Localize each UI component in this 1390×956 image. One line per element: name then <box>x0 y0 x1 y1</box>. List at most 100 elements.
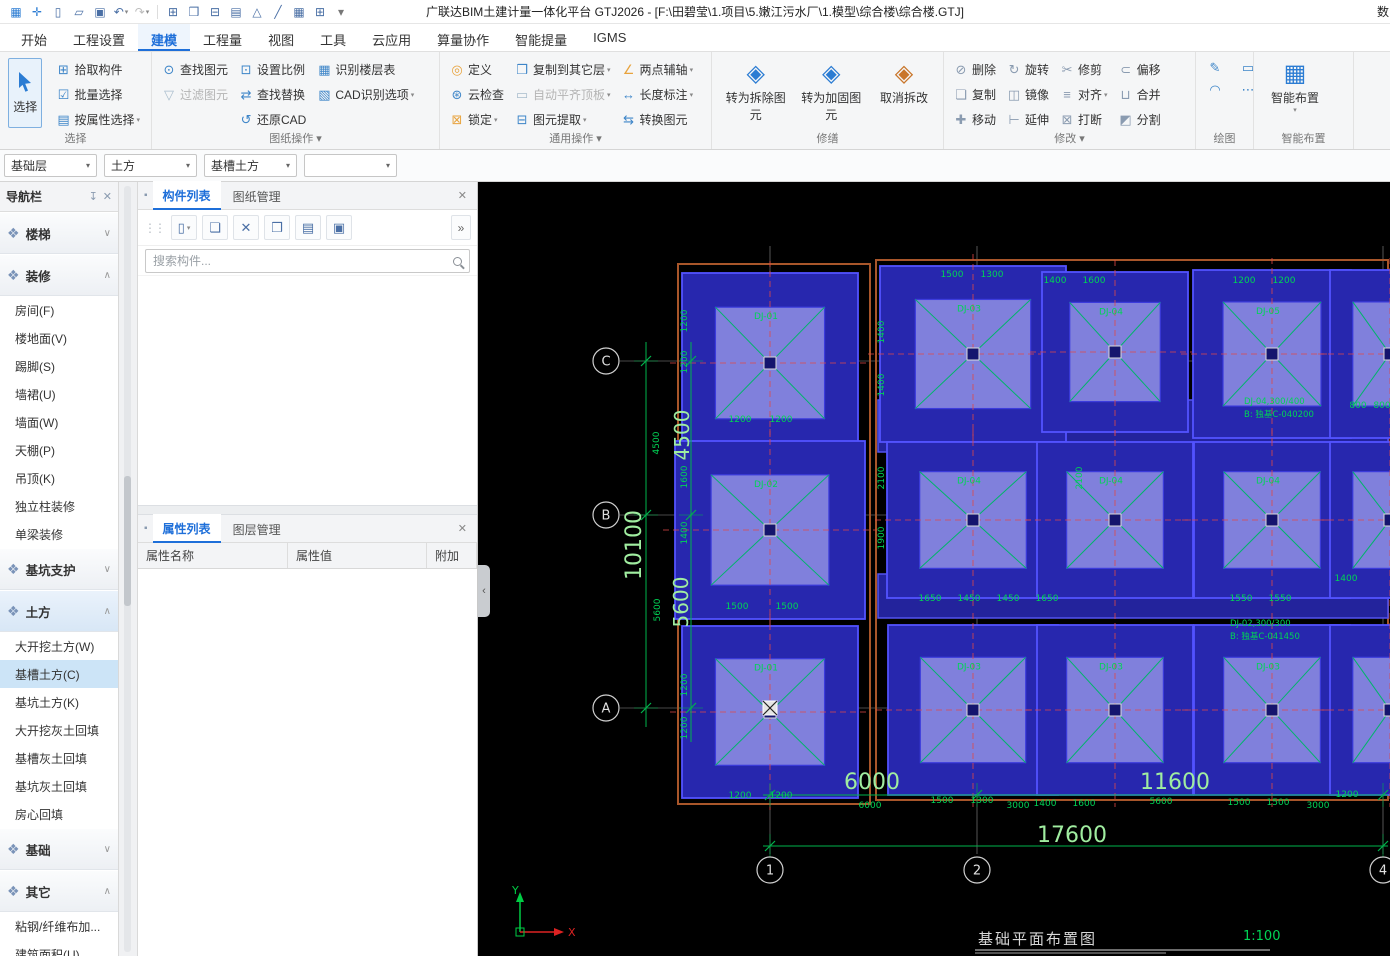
ribbon-item-identify-floor-table[interactable]: ▦ 识别楼层表 <box>313 57 417 82</box>
menu-tab-quantity-collaboration[interactable]: 算量协作 <box>424 24 502 51</box>
menu-tab-quantity[interactable]: 工程量 <box>190 24 255 51</box>
more-tools-icon[interactable]: ▾ <box>331 3 351 21</box>
ribbon-button-smart-layout[interactable]: ▦ 智能布置 ▾ <box>1260 57 1330 116</box>
component-save-button[interactable]: ▣ <box>326 215 352 240</box>
ribbon-item-define[interactable]: ◎ 定义 <box>446 57 507 82</box>
element-name-selector[interactable]: ▾ <box>304 154 397 177</box>
ribbon-item-find-element[interactable]: ⊙ 查找图元 <box>158 57 231 82</box>
menu-tab-start[interactable]: 开始 <box>8 24 60 51</box>
ribbon-button-to-demolition-element[interactable]: ◈ 转为拆除图元 <box>718 57 794 125</box>
nav-item-room[interactable]: 房间(F) <box>0 296 118 324</box>
ribbon-item-align[interactable]: ≡ 对齐 ▾ <box>1056 82 1111 107</box>
ribbon-item-break[interactable]: ⊠ 打断 <box>1056 107 1111 132</box>
ribbon-item-delete[interactable]: ⊘ 删除 <box>950 57 999 82</box>
ribbon-item-mirror[interactable]: ◫ 镜像 <box>1003 82 1052 107</box>
ribbon-item-batch-select[interactable]: ☑ 批量选择 <box>52 82 143 107</box>
ribbon-item-length-annotation[interactable]: ↔ 长度标注 ▾ <box>618 82 697 107</box>
close-icon[interactable]: ✕ <box>103 190 112 203</box>
nav-item-wall-finish[interactable]: 墙面(W) <box>0 408 118 436</box>
nav-section-others[interactable]: ❖ 其它 ∧ <box>0 870 118 912</box>
select-tool-button[interactable]: 选择 <box>8 58 43 128</box>
sheet-icon[interactable]: ▦ <box>289 3 309 21</box>
ribbon-item-draw-rect[interactable]: ▭ <box>1235 57 1253 79</box>
menu-tab-tools[interactable]: 工具 <box>307 24 359 51</box>
ribbon-item-rotate[interactable]: ↻ 旋转 <box>1003 57 1052 82</box>
component-list-area[interactable] <box>138 276 477 505</box>
new-project-icon[interactable]: ▯ <box>48 3 68 21</box>
property-panel-tab-property-list[interactable]: 属性列表 <box>152 514 221 543</box>
menu-tab-igms[interactable]: IGMS <box>580 24 639 51</box>
view-table-icon[interactable]: ▤ <box>226 3 246 21</box>
add-sheet-icon[interactable]: ⊞ <box>310 3 330 21</box>
tool-flower-icon[interactable]: ✛ <box>27 3 47 21</box>
copy-paste-icon[interactable]: ❒ <box>184 3 204 21</box>
ribbon-item-offset[interactable]: ⊂ 偏移 <box>1115 57 1164 82</box>
delete-component-button[interactable]: ✕ <box>233 215 259 240</box>
app-menu-icon[interactable]: ▦ <box>6 3 26 21</box>
nav-section-stairs[interactable]: ❖ 楼梯 ∨ <box>0 212 118 254</box>
ribbon-item-set-scale[interactable]: ⊡ 设置比例 <box>235 57 309 82</box>
menu-tab-project-settings[interactable]: 工程设置 <box>60 24 138 51</box>
nav-item-open-excavation-backfill[interactable]: 大开挖灰土回填 <box>0 716 118 744</box>
ribbon-item-lock[interactable]: ⊠ 锁定 ▾ <box>446 107 507 132</box>
nav-item-single-beam-finish[interactable]: 单梁装修 <box>0 520 118 548</box>
component-panel-tab-drawing-management[interactable]: 图纸管理 <box>223 182 291 209</box>
component-type-selector[interactable]: 基槽土方 ▾ <box>204 154 297 177</box>
ribbon-item-trim[interactable]: ✂ 修剪 <box>1056 57 1111 82</box>
copy-to-other-floor-button[interactable]: ❒ <box>264 215 290 240</box>
undo-icon[interactable]: ↶ ▾ <box>111 3 131 21</box>
property-table-body[interactable] <box>138 569 477 956</box>
ribbon-item-draw-point[interactable]: ⋯ <box>1235 79 1254 101</box>
new-component-button[interactable]: ▯ ▾ <box>171 215 197 240</box>
nav-item-pit-backfill[interactable]: 基坑灰土回填 <box>0 772 118 800</box>
component-panel-tab-component-list[interactable]: 构件列表 <box>152 181 221 210</box>
ribbon-button-to-reinforce-element[interactable]: ◈ 转为加固图元 <box>794 57 870 125</box>
nav-item-dado[interactable]: 墙裙(U) <box>0 380 118 408</box>
property-panel-close-icon[interactable]: ✕ <box>454 520 471 537</box>
nav-item-skirting[interactable]: 踢脚(S) <box>0 352 118 380</box>
measure-icon[interactable]: ╱ <box>268 3 288 21</box>
ribbon-item-cloud-check[interactable]: ⊛ 云检查 <box>446 82 507 107</box>
redo-icon[interactable]: ↷ ▾ <box>132 3 152 21</box>
ribbon-item-element-extract[interactable]: ⊟ 图元提取 ▾ <box>511 107 614 132</box>
ribbon-item-draw-arc[interactable]: ◠ <box>1202 79 1231 101</box>
nav-item-suspended-ceiling[interactable]: 吊顶(K) <box>0 464 118 492</box>
nav-item-floor-finish[interactable]: 楼地面(V) <box>0 324 118 352</box>
ribbon-item-two-point-aux-axis[interactable]: ∠ 两点辅轴 ▾ <box>618 57 697 82</box>
nav-item-independent-column-finish[interactable]: 独立柱装修 <box>0 492 118 520</box>
nav-section-foundation[interactable]: ❖ 基础 ∨ <box>0 828 118 870</box>
ribbon-item-auto-align-top-slab[interactable]: ▭ 自动平齐顶板 ▾ <box>511 82 614 107</box>
search-input[interactable] <box>153 254 453 268</box>
open-project-icon[interactable]: ▱ <box>69 3 89 21</box>
menu-tab-view[interactable]: 视图 <box>255 24 307 51</box>
nav-section-decoration[interactable]: ❖ 装修 ∧ <box>0 254 118 296</box>
navigation-scrollbar[interactable] <box>119 182 138 956</box>
ribbon-item-draw-pencil[interactable]: ✎ <box>1202 57 1231 79</box>
nav-item-room-heart-backfill[interactable]: 房心回填 <box>0 800 118 828</box>
property-panel-lock-icon[interactable]: ▪ <box>144 523 148 534</box>
ribbon-item-find-replace[interactable]: ⇄ 查找替换 <box>235 82 309 107</box>
select-window-icon[interactable]: ⊞ <box>163 3 183 21</box>
search-box[interactable] <box>145 249 470 273</box>
nav-item-pit-earthwork[interactable]: 基坑土方(K) <box>0 688 118 716</box>
ribbon-item-merge[interactable]: ⊔ 合并 <box>1115 82 1164 107</box>
scale-balance-icon[interactable]: △ <box>247 3 267 21</box>
nav-item-bonded-steel[interactable]: 粘钢/纤维布加... <box>0 912 118 940</box>
nav-item-ceiling[interactable]: 天棚(P) <box>0 436 118 464</box>
ribbon-item-cad-identify-options[interactable]: ▧ CAD识别选项 ▾ <box>313 82 417 107</box>
pin-icon[interactable]: ↧ <box>89 190 98 203</box>
menu-tab-modeling[interactable]: 建模 <box>138 24 191 51</box>
menu-tab-cloud-app[interactable]: 云应用 <box>359 24 424 51</box>
nav-item-open-excavation-earthwork[interactable]: 大开挖土方(W) <box>0 632 118 660</box>
scrollbar-track[interactable] <box>124 186 131 952</box>
ribbon-item-copy[interactable]: ❏ 复制 <box>950 82 999 107</box>
scrollbar-thumb[interactable] <box>124 476 131 606</box>
nav-item-building-area[interactable]: 建筑面积(U) <box>0 940 118 956</box>
drawing-canvas[interactable]: DJ-01 DJ-03 DJ-04 DJ-05 DJ-02 DJ-04 DJ-04 DJ-04… <box>478 182 1390 956</box>
component-panel-close-icon[interactable]: ✕ <box>454 187 471 204</box>
ribbon-item-extend[interactable]: ⊢ 延伸 <box>1003 107 1052 132</box>
nav-item-trench-earthwork[interactable]: 基槽土方(C) <box>0 660 118 688</box>
ribbon-button-cancel-renovation[interactable]: ◈ 取消拆改 <box>869 57 939 108</box>
save-project-icon[interactable]: ▣ <box>90 3 110 21</box>
component-store-button[interactable]: ▤ <box>295 215 321 240</box>
